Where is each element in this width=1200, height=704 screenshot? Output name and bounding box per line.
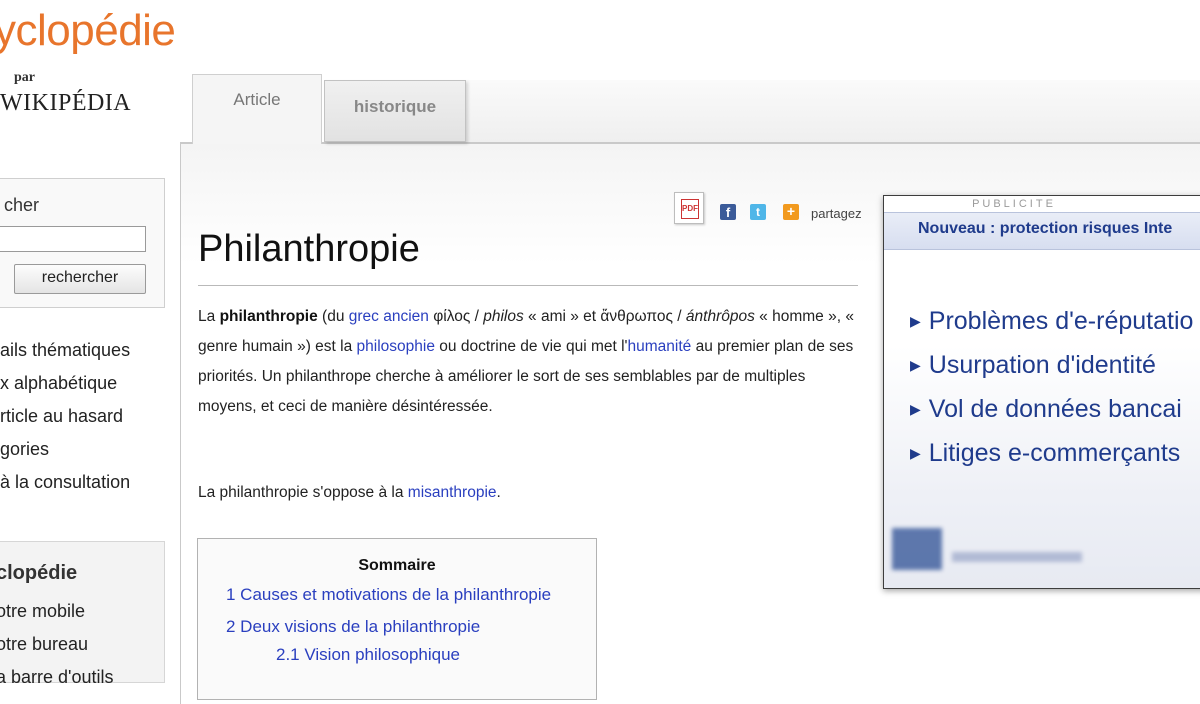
sidebar-item-mobile[interactable]: otre mobile <box>0 598 114 631</box>
search-panel: cher rechercher <box>0 178 165 308</box>
sidebar-section: clopédie otre mobile otre bureau a barre… <box>0 541 165 687</box>
ad-list-item[interactable]: ▶ Usurpation d'identité <box>910 348 1193 392</box>
link-philosophie[interactable]: philosophie <box>357 338 435 355</box>
ad-list-item[interactable]: ▶ Litiges e-commerçants <box>910 436 1193 480</box>
sidebar-item-themes[interactable]: ails thématiques <box>0 337 130 370</box>
sidebar-item-index[interactable]: x alphabétique <box>0 370 130 403</box>
ad-list-item[interactable]: ▶ Problèmes d'e-réputatio <box>910 304 1193 348</box>
ad-label: PUBLICITE <box>972 198 1056 210</box>
share-plus-icon[interactable]: + <box>783 204 799 220</box>
facebook-icon[interactable]: f <box>720 204 736 220</box>
ad-footer-text <box>952 552 1082 562</box>
site-logo-title[interactable]: yclopédie <box>0 6 176 56</box>
pdf-icon[interactable]: PDF <box>674 192 704 224</box>
search-button[interactable]: rechercher <box>14 264 146 294</box>
article-second-paragraph: La philanthropie s'oppose à la misanthro… <box>198 484 501 501</box>
ad-list-item[interactable]: ▶ Vol de données bancai <box>910 392 1193 436</box>
triangle-bullet-icon: ▶ <box>910 313 921 329</box>
search-input[interactable] <box>0 226 146 252</box>
sidebar-item-consultation[interactable]: à la consultation <box>0 469 130 502</box>
tab-article[interactable]: Article <box>192 74 322 144</box>
article-intro-paragraph: La philanthropie (du grec ancien φίλος /… <box>198 308 854 415</box>
ad-header[interactable]: Nouveau : protection risques Inte <box>884 212 1200 250</box>
sidebar-item-desktop[interactable]: otre bureau <box>0 631 114 664</box>
sidebar-item-random[interactable]: rticle au hasard <box>0 403 130 436</box>
toc-title: Sommaire <box>358 557 436 574</box>
triangle-bullet-icon: ▶ <box>910 357 921 373</box>
logo-par-text: par <box>14 70 35 85</box>
term-philanthropie: philanthropie <box>219 308 318 325</box>
tabs-divider <box>180 142 1200 143</box>
sidebar-section-list: otre mobile otre bureau a barre d'outils <box>0 598 114 697</box>
sidebar-section-title: clopédie <box>0 562 78 584</box>
toc-item[interactable]: 2.1 Vision philosophique <box>276 645 460 665</box>
ad-list: ▶ Problèmes d'e-réputatio ▶ Usurpation d'i… <box>910 304 1193 480</box>
link-humanite[interactable]: humanité <box>628 338 692 355</box>
triangle-bullet-icon: ▶ <box>910 445 921 461</box>
table-of-contents: Sommaire 1 Causes et motivations de la p… <box>197 538 597 700</box>
toc-item[interactable]: 1 Causes et motivations de la philanthro… <box>226 585 551 605</box>
wikipedia-logo-text[interactable]: WIKIPÉDIA <box>0 90 131 117</box>
triangle-bullet-icon: ▶ <box>910 401 921 417</box>
sidebar-item-categories[interactable]: gories <box>0 436 130 469</box>
share-label[interactable]: partagez <box>811 206 862 221</box>
tab-historique[interactable]: historique <box>324 80 466 142</box>
sidebar-nav: ails thématiques x alphabétique rticle a… <box>0 337 130 502</box>
sidebar-item-toolbar[interactable]: a barre d'outils <box>0 664 114 697</box>
link-grec-ancien[interactable]: grec ancien <box>349 308 429 325</box>
ad-footer-logo <box>892 528 942 570</box>
link-misanthropie[interactable]: misanthropie <box>408 484 497 501</box>
search-label: cher <box>4 195 40 215</box>
advertisement-box[interactable]: PUBLICITE Nouveau : protection risques I… <box>883 195 1200 589</box>
twitter-icon[interactable]: t <box>750 204 766 220</box>
toc-item[interactable]: 2 Deux visions de la philanthropie <box>226 617 480 637</box>
page-title: Philanthropie <box>198 228 858 286</box>
tabs-strip <box>466 80 1200 142</box>
